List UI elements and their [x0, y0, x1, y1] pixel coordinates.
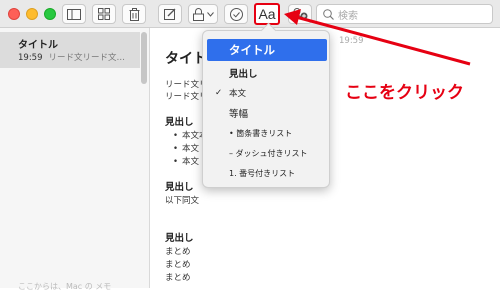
format-menu: タイトル 見出し ✓ 本文 等幅 • 箇条書きリスト – ダッシュ付きリスト 1… [202, 30, 330, 188]
scrollbar[interactable] [141, 32, 147, 84]
delete-note-button[interactable] [122, 4, 146, 24]
share-collaborate-button[interactable] [288, 4, 312, 24]
chevron-down-icon [206, 11, 214, 17]
format-item-body-label: 本文 [229, 89, 247, 99]
section-heading: 見出し [165, 182, 194, 193]
annotation-label: ここをクリック [345, 83, 464, 103]
lock-menu-button[interactable] [188, 4, 218, 24]
new-note-button[interactable] [158, 4, 182, 24]
note-list-item[interactable]: タイトル 19:59 リード文リード文… [0, 32, 140, 68]
summary-text: まとめ [165, 273, 191, 283]
note-date: 19:59 [339, 36, 364, 46]
gallery-view-button[interactable] [92, 4, 116, 24]
format-button[interactable]: Aa [254, 3, 280, 25]
bullet-item: 本文 [173, 142, 199, 154]
toolbar: Aa 検索 [0, 0, 500, 28]
add-person-icon [292, 8, 308, 20]
toggle-sidebar-button[interactable] [62, 4, 86, 24]
checklist-button[interactable] [224, 4, 248, 24]
format-item-heading[interactable]: 見出し [207, 64, 327, 82]
note-title: タイトル [18, 40, 58, 51]
sidebar-bottom-text: ここからは、Mac の メモ [18, 282, 112, 291]
trash-icon [129, 7, 139, 21]
format-item-dashed-list[interactable]: – ダッシュ付きリスト [207, 144, 327, 162]
bullet-item: 本文 [173, 155, 199, 167]
format-item-body[interactable]: ✓ 本文 [207, 84, 327, 102]
sidebar-icon [67, 8, 81, 20]
compose-icon [164, 8, 176, 20]
grid-icon [98, 8, 110, 20]
format-item-title[interactable]: タイトル [207, 39, 327, 61]
note-preview: リード文リード文… [48, 53, 126, 63]
checkmark-circle-icon [229, 7, 243, 21]
note-time: 19:59 [18, 53, 43, 63]
format-item-bulleted-list[interactable]: • 箇条書きリスト [207, 124, 327, 142]
note-list: タイトル 19:59 リード文リード文… ここからは、Mac の メモ [0, 28, 150, 291]
section-heading: 見出し [165, 117, 194, 128]
format-item-monospaced[interactable]: 等幅 [207, 104, 327, 122]
summary-text: まとめ [165, 247, 191, 257]
section-heading: 見出し [165, 233, 194, 244]
zoom-window-button[interactable] [44, 8, 56, 20]
search-placeholder: 検索 [338, 10, 358, 22]
minimize-window-button[interactable] [26, 8, 38, 20]
lock-icon [192, 7, 204, 21]
checkmark-icon: ✓ [215, 88, 223, 98]
body-text: 以下同文 [165, 196, 200, 206]
summary-text: まとめ [165, 260, 191, 270]
close-window-button[interactable] [8, 8, 20, 20]
search-icon [323, 8, 334, 20]
note-meta: 19:59 リード文リード文… [18, 51, 125, 63]
search-input[interactable]: 検索 [316, 4, 493, 24]
format-item-numbered-list[interactable]: 1. 番号付きリスト [207, 164, 327, 182]
